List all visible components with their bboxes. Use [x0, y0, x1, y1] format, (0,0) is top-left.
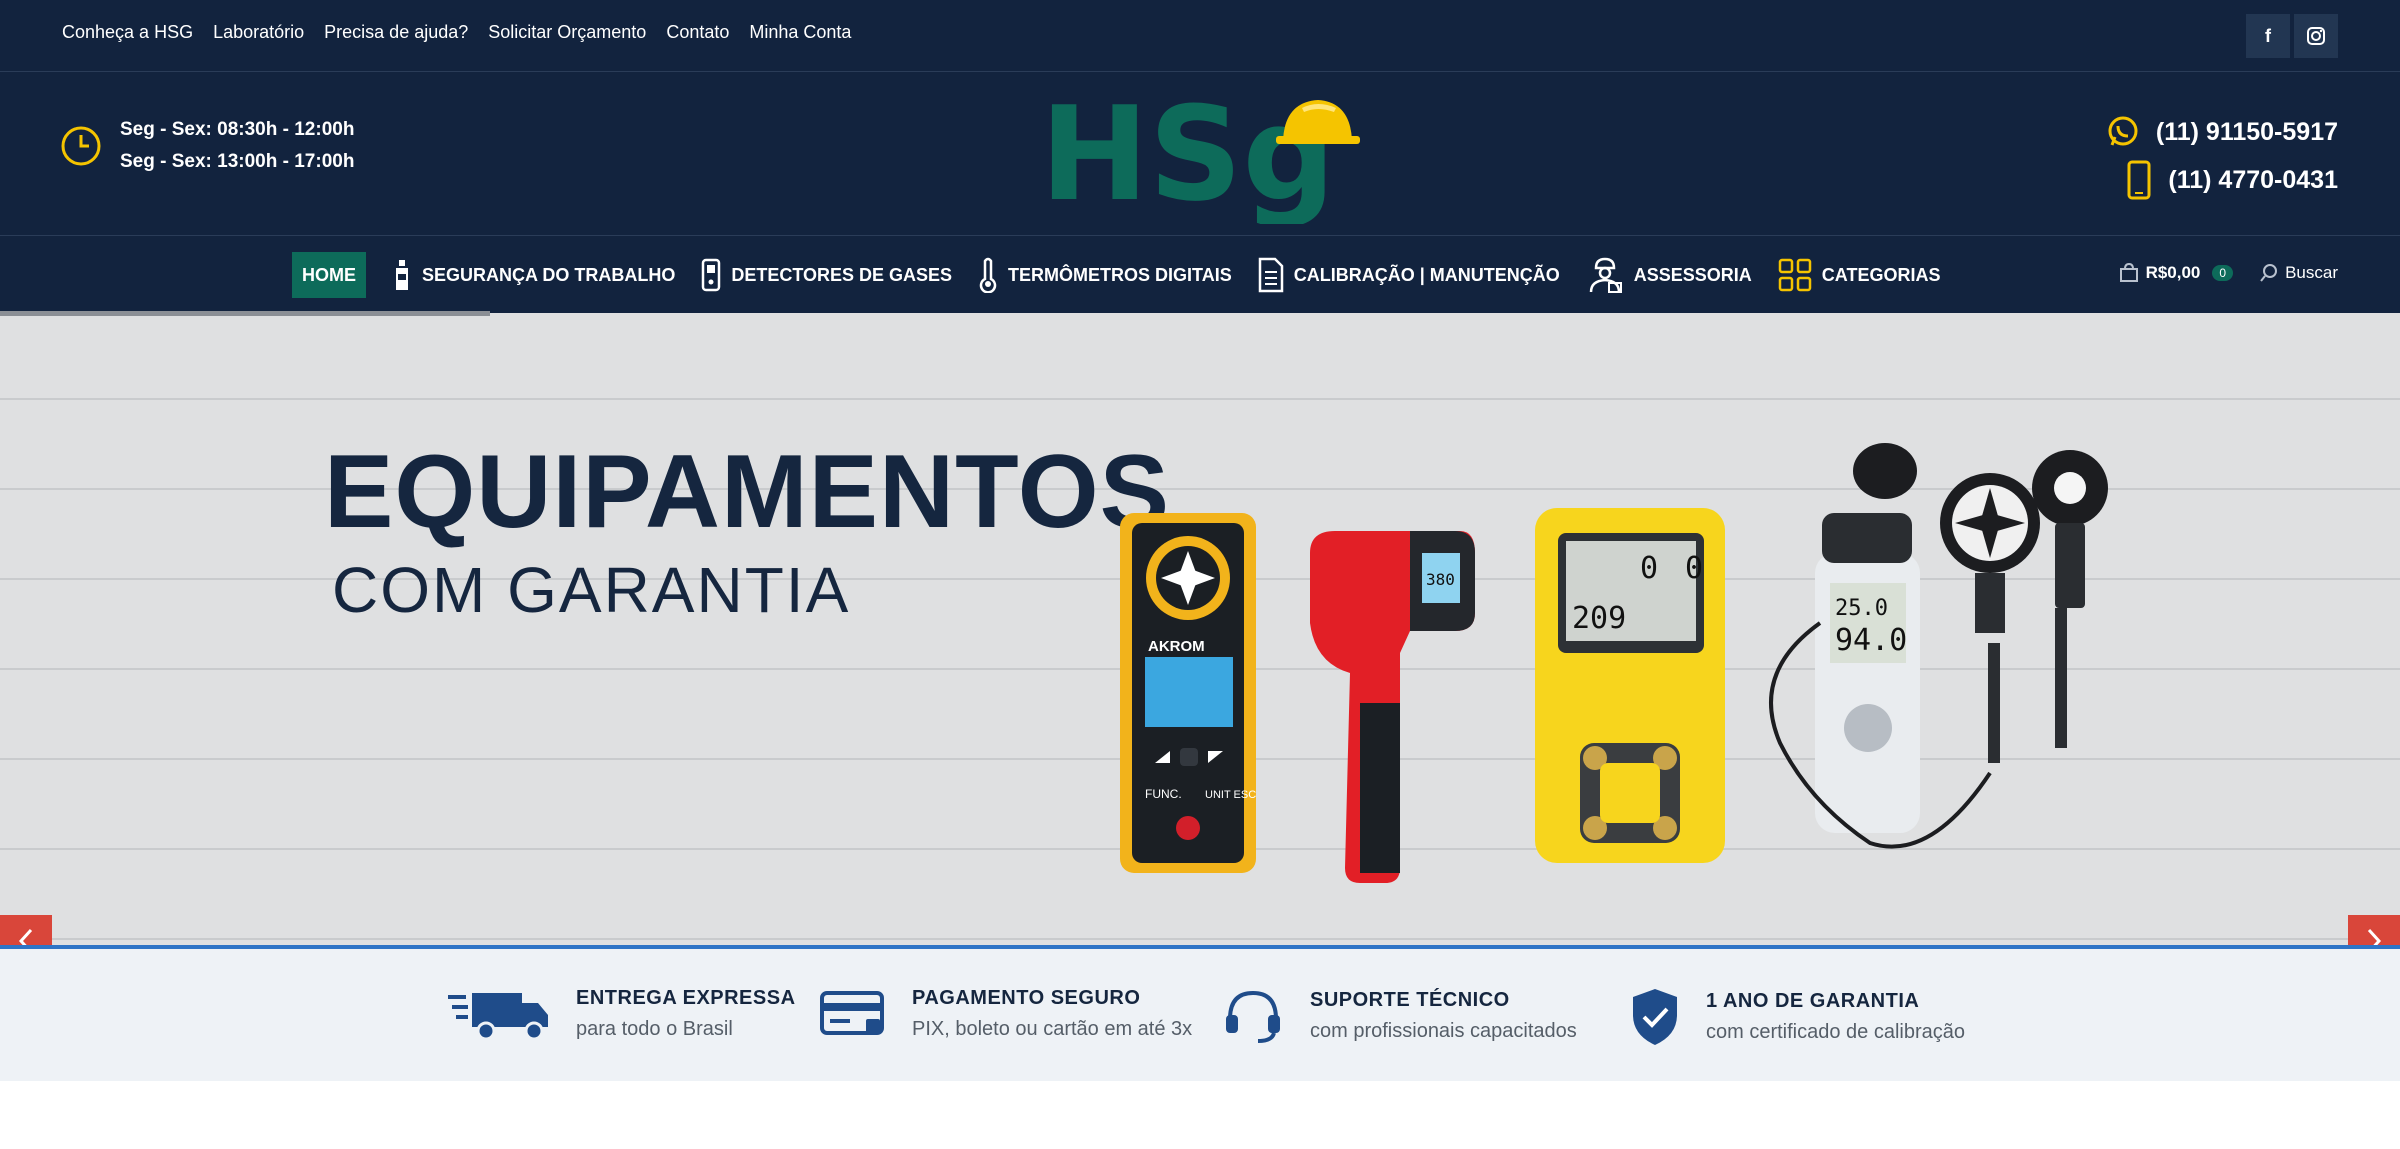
nav-home-label: HOME — [302, 264, 356, 285]
slider-next-button[interactable] — [2348, 915, 2400, 945]
logo-text: HSg — [1040, 84, 1335, 224]
slider-progress-bar — [0, 311, 490, 316]
search-button[interactable]: Buscar — [2259, 263, 2338, 283]
document-icon — [1258, 257, 1283, 293]
top-links: Conheça a HSG Laboratório Precisa de aju… — [62, 22, 851, 43]
thermometer-icon — [979, 257, 997, 293]
delivery-truck-icon — [448, 993, 548, 1041]
nav-seguranca-label: SEGURANÇA DO TRABALHO — [422, 264, 676, 285]
akrom-label: AKROM — [1148, 638, 1205, 655]
whatsapp-icon — [2108, 116, 2138, 146]
shield-check-icon — [1633, 989, 1677, 1045]
top-bar: Conheça a HSG Laboratório Precisa de aju… — [0, 0, 2400, 72]
header: Seg - Sex: 08:30h - 12:00h Seg - Sex: 13… — [0, 72, 2400, 236]
mobile-number: (11) 4770-0431 — [2168, 165, 2338, 194]
slider-prev-button[interactable] — [0, 915, 52, 945]
cart-icon — [2119, 262, 2138, 282]
feature-entrega-title: ENTREGA EXPRESSA — [576, 987, 796, 1009]
headset-icon — [1226, 990, 1280, 1043]
grid-icon — [1778, 258, 1812, 292]
nav-assessoria[interactable]: ASSESSORIA — [1586, 252, 1752, 298]
feature-entrega-subtitle: para todo o Brasil — [576, 1018, 733, 1040]
mobile-phone[interactable]: (11) 4770-0431 — [2106, 156, 2338, 204]
search-icon — [2260, 264, 2278, 282]
detector-icon — [702, 258, 721, 292]
nav-categorias-label: CATEGORIAS — [1821, 264, 1941, 285]
link-minha-conta[interactable]: Minha Conta — [749, 22, 851, 43]
bottle-icon — [396, 260, 408, 290]
facebook-icon[interactable]: f — [2246, 14, 2290, 58]
thermo-display: 380 — [1426, 570, 1455, 589]
nav-detectores[interactable]: DETECTORES DE GASES — [701, 252, 952, 298]
search-label: Buscar — [2285, 263, 2338, 282]
worker-icon — [1589, 257, 1622, 293]
feature-pagamento: PAGAMENTO SEGURO PIX, boleto ou cartão em… — [820, 987, 1192, 1041]
contact-phones: (11) 91150-5917 (11) 4770-0431 — [2106, 108, 2338, 204]
cart-button[interactable]: R$0,00 0 — [2118, 262, 2234, 284]
chevron-left-icon — [18, 928, 33, 945]
nav-seguranca[interactable]: SEGURANÇA DO TRABALHO — [392, 252, 675, 298]
credit-card-icon — [820, 991, 884, 1035]
link-orcamento[interactable]: Solicitar Orçamento — [488, 22, 646, 43]
chevron-right-icon — [2367, 928, 2382, 945]
hero-title: EQUIPAMENTOS — [324, 434, 1171, 550]
link-laboratorio[interactable]: Laboratório — [213, 22, 304, 43]
whatsapp-phone[interactable]: (11) 91150-5917 — [2106, 108, 2338, 156]
cart-count-badge: 0 — [2212, 265, 2234, 281]
feature-garantia: 1 ANO DE GARANTIA com certificado de cali… — [1630, 987, 1965, 1047]
hours-afternoon: Seg - Sex: 13:00h - 17:00h — [120, 151, 355, 172]
feature-garantia-subtitle: com certificado de calibração — [1706, 1021, 1966, 1043]
link-contato[interactable]: Contato — [666, 22, 729, 43]
nav-home[interactable]: HOME — [292, 252, 366, 298]
hsg-logo[interactable]: HSg — [1040, 78, 1360, 230]
feature-entrega: ENTREGA EXPRESSA para todo o Brasil — [448, 987, 796, 1041]
feature-suporte-subtitle: com profissionais capacitados — [1310, 1020, 1577, 1042]
gas-reading-2: 0 — [1685, 551, 1703, 586]
hero-subtitle: COM GARANTIA — [332, 554, 851, 626]
social-links: f — [2246, 14, 2338, 58]
smartphone-icon — [2127, 160, 2151, 200]
clock-icon — [61, 126, 101, 166]
nav-termometros-label: TERMÔMETROS DIGITAIS — [1008, 264, 1232, 285]
feature-suporte: SUPORTE TÉCNICO com profissionais capacit… — [1222, 987, 1577, 1045]
link-ajuda[interactable]: Precisa de ajuda? — [324, 22, 468, 43]
func-label: FUNC. — [1145, 787, 1182, 801]
feature-suporte-title: SUPORTE TÉCNICO — [1310, 989, 1510, 1011]
product-lineup-image: AKROM FUNC. UNIT ESC 380 0 0 209 25.0 94… — [1120, 443, 2108, 883]
main-nav: HOME SEGURANÇA DO TRABALHO DETECTORES DE… — [0, 236, 2400, 313]
features-strip: ENTREGA EXPRESSA para todo o Brasil PAGAM… — [0, 949, 2400, 1081]
nav-categorias[interactable]: CATEGORIAS — [1778, 252, 1941, 298]
nav-calibracao-label: CALIBRAÇÃO | MANUTENÇÃO — [1293, 264, 1560, 285]
instagram-icon[interactable] — [2294, 14, 2338, 58]
nav-termometros[interactable]: TERMÔMETROS DIGITAIS — [978, 252, 1232, 298]
hero-slider: EQUIPAMENTOS COM GARANTIA AKROM FUNC. UN… — [0, 313, 2400, 945]
facebook-letter: f — [2265, 25, 2271, 46]
unit-label: UNIT ESC — [1205, 789, 1256, 801]
nav-assessoria-label: ASSESSORIA — [1633, 264, 1752, 285]
whatsapp-number: (11) 91150-5917 — [2155, 117, 2338, 146]
link-conheca[interactable]: Conheça a HSG — [62, 22, 193, 43]
feature-garantia-title: 1 ANO DE GARANTIA — [1706, 990, 1920, 1012]
nav-detectores-label: DETECTORES DE GASES — [731, 264, 953, 285]
sound-reading-2: 94.0 — [1835, 623, 1907, 658]
feature-pagamento-subtitle: PIX, boleto ou cartão em até 3x — [912, 1018, 1193, 1040]
opening-hours: Seg - Sex: 08:30h - 12:00h Seg - Sex: 13… — [60, 114, 354, 178]
nav-calibracao[interactable]: CALIBRAÇÃO | MANUTENÇÃO — [1258, 252, 1560, 298]
feature-pagamento-title: PAGAMENTO SEGURO — [912, 987, 1141, 1009]
gas-reading-3: 209 — [1572, 601, 1626, 636]
sound-reading-1: 25.0 — [1835, 596, 1888, 621]
cart-total: R$0,00 — [2145, 263, 2201, 282]
gas-reading-1: 0 — [1640, 551, 1658, 586]
hours-morning: Seg - Sex: 08:30h - 12:00h — [120, 119, 355, 140]
